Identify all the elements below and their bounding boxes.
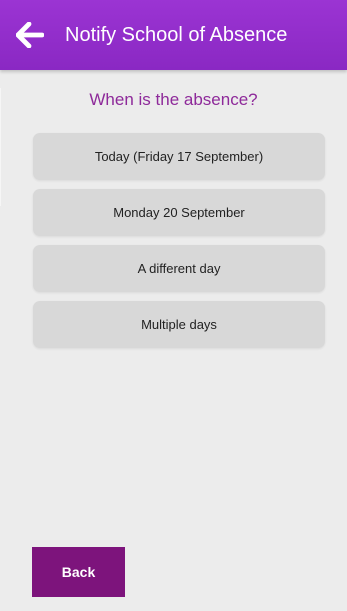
option-multiple-days-button[interactable]: Multiple days [33, 301, 325, 348]
option-different-day-button[interactable]: A different day [33, 245, 325, 292]
option-monday-button[interactable]: Monday 20 September [33, 189, 325, 236]
page-title: Notify School of Absence [65, 24, 288, 46]
app-screen: Notify School of Absence When is the abs… [0, 0, 347, 611]
option-today-button[interactable]: Today (Friday 17 September) [33, 133, 325, 180]
absence-question: When is the absence? [89, 90, 258, 109]
back-button[interactable]: Back [32, 547, 125, 597]
top-app-bar: Notify School of Absence [0, 0, 347, 70]
left-arrow-icon[interactable] [15, 21, 45, 49]
